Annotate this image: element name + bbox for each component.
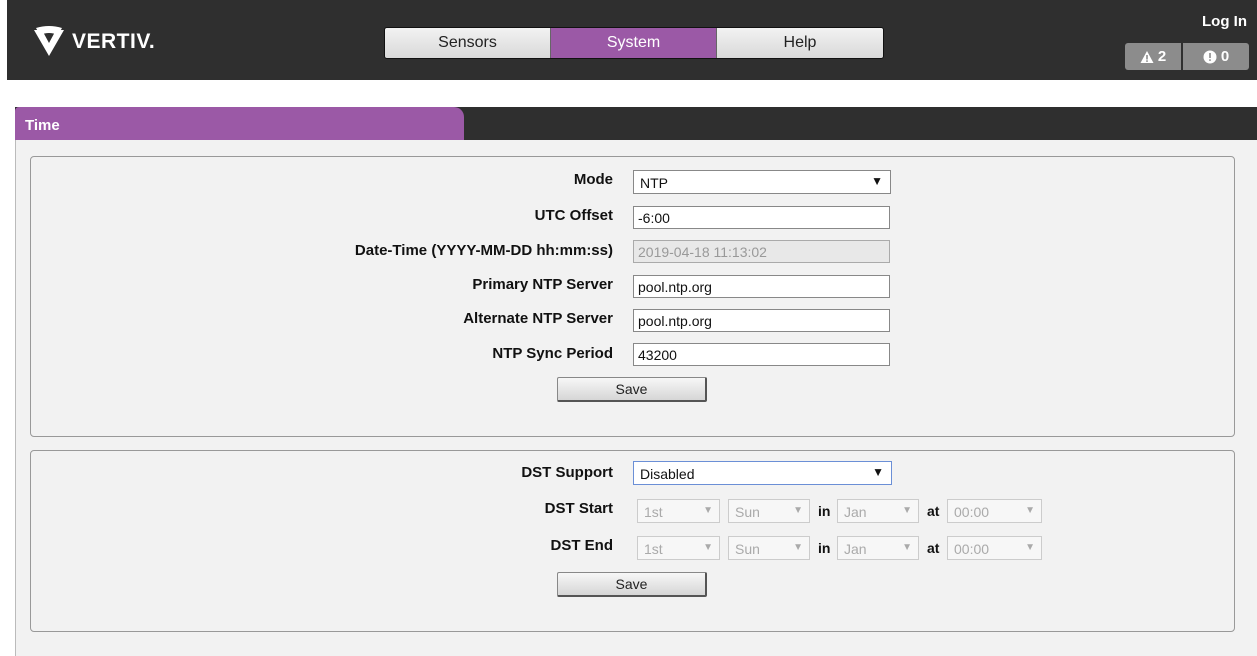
dst-end-day: Sun — [735, 541, 760, 557]
dropdown-arrow-icon: ▼ — [793, 505, 803, 516]
main-nav: Sensors System Help — [384, 27, 884, 59]
dst-end-week: 1st — [644, 541, 663, 557]
dst-support-label: DST Support — [521, 464, 613, 481]
dst-start-week: 1st — [644, 504, 663, 520]
dropdown-arrow-icon: ▼ — [703, 505, 713, 516]
dst-start-day: Sun — [735, 504, 760, 520]
dst-end-month-select: Jan ▼ — [837, 536, 919, 560]
datetime-label: Date-Time (YYYY-MM-DD hh:mm:ss) — [354, 242, 613, 259]
dst-end-at-label: at — [927, 540, 940, 556]
ntp-sync-input[interactable]: 43200 — [633, 343, 890, 366]
dst-support-value: Disabled — [640, 466, 695, 482]
dropdown-arrow-icon: ▼ — [872, 465, 884, 479]
dst-start-month: Jan — [844, 504, 867, 520]
dst-end-time-select: 00:00 ▼ — [947, 536, 1042, 560]
tab-sensors[interactable]: Sensors — [385, 28, 551, 58]
alternate-ntp-label: Alternate NTP Server — [463, 310, 613, 327]
section-title: Time — [15, 107, 464, 140]
dropdown-arrow-icon: ▼ — [703, 542, 713, 553]
mode-value: NTP — [640, 175, 668, 191]
info-count: 0 — [1220, 48, 1230, 65]
dst-start-label: DST Start — [544, 500, 613, 517]
dst-start-week-select: 1st ▼ — [637, 499, 720, 523]
dst-start-at-label: at — [927, 503, 940, 519]
info-circle-icon — [1203, 50, 1217, 63]
dst-start-time-select: 00:00 ▼ — [947, 499, 1042, 523]
alternate-ntp-input[interactable]: pool.ntp.org — [633, 309, 890, 332]
dropdown-arrow-icon: ▼ — [871, 174, 883, 188]
dst-save-button[interactable]: Save — [557, 572, 707, 597]
info-badge[interactable]: 0 — [1183, 43, 1249, 70]
dst-start-in-label: in — [818, 503, 831, 519]
dropdown-arrow-icon: ▼ — [902, 505, 912, 516]
primary-ntp-input[interactable]: pool.ntp.org — [633, 275, 890, 298]
warning-badge[interactable]: 2 — [1125, 43, 1181, 70]
dropdown-arrow-icon: ▼ — [1025, 505, 1035, 516]
warning-triangle-icon — [1140, 50, 1154, 63]
top-header: VERTIV. Sensors System Help Log In 2 0 — [7, 0, 1257, 80]
dst-end-in-label: in — [818, 540, 831, 556]
tab-system[interactable]: System — [551, 28, 717, 58]
mode-select[interactable]: NTP ▼ — [633, 170, 891, 194]
section-header: Time — [15, 107, 1257, 140]
dst-end-week-select: 1st ▼ — [637, 536, 720, 560]
warning-count: 2 — [1157, 48, 1167, 65]
ntp-sync-label: NTP Sync Period — [492, 345, 613, 362]
vertiv-logo-icon — [34, 26, 64, 56]
login-link[interactable]: Log In — [1202, 13, 1247, 30]
mode-label: Mode — [573, 171, 613, 188]
dropdown-arrow-icon: ▼ — [902, 542, 912, 553]
dst-start-month-select: Jan ▼ — [837, 499, 919, 523]
dst-start-day-select: Sun ▼ — [728, 499, 810, 523]
datetime-input: 2019-04-18 11:13:02 — [633, 240, 890, 263]
brand-name: VERTIV. — [72, 30, 156, 53]
dst-end-month: Jan — [844, 541, 867, 557]
tab-help[interactable]: Help — [717, 28, 883, 58]
primary-ntp-label: Primary NTP Server — [472, 276, 613, 293]
brand-logo[interactable]: VERTIV. — [32, 26, 155, 58]
utc-offset-input[interactable]: -6:00 — [633, 206, 890, 229]
alert-badges: 2 0 — [1125, 43, 1249, 70]
time-save-button[interactable]: Save — [557, 377, 707, 402]
dropdown-arrow-icon: ▼ — [1025, 542, 1035, 553]
dst-end-time: 00:00 — [954, 541, 990, 557]
dst-support-select[interactable]: Disabled ▼ — [633, 461, 892, 485]
dst-end-label: DST End — [550, 537, 614, 554]
utc-offset-label: UTC Offset — [534, 207, 613, 224]
dropdown-arrow-icon: ▼ — [793, 542, 803, 553]
dst-end-day-select: Sun ▼ — [728, 536, 810, 560]
dst-start-time: 00:00 — [954, 504, 990, 520]
